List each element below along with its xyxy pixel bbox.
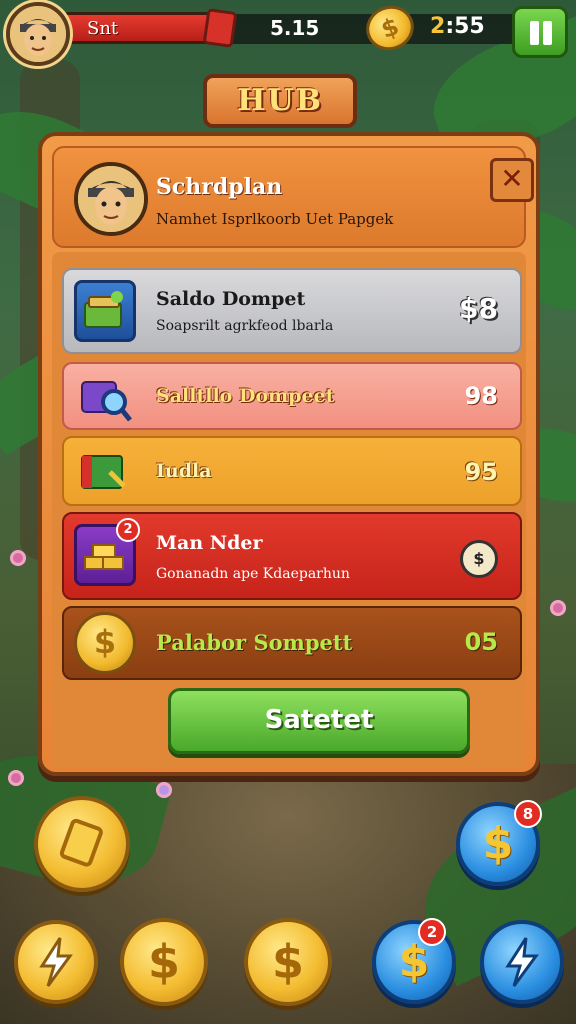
coin-icon	[359, 0, 421, 57]
gold-coin-icon	[74, 612, 136, 674]
lightning-icon	[39, 937, 73, 987]
coin-button-1[interactable]: $	[120, 918, 208, 1006]
row-title: Man Nder	[156, 532, 263, 554]
hub-title: HUB	[203, 74, 357, 128]
health-label: Snt	[87, 18, 119, 39]
gold-bar-icon	[59, 818, 103, 867]
pause-button[interactable]	[512, 6, 568, 58]
list-item-iudla[interactable]: Iudla 95	[62, 436, 522, 506]
notification-badge: 2	[116, 518, 140, 542]
row-subtitle: Soapsrilt agrkfeod lbarla	[156, 318, 334, 334]
green-ledger-icon	[74, 442, 136, 504]
select-button[interactable]: Satetet	[168, 688, 470, 754]
top-bar: Snt 5.15 2:55	[0, 0, 576, 66]
row-subtitle: Gonanadn ape Kdaeparhun	[156, 566, 350, 582]
hunter-face-icon	[10, 6, 66, 62]
row-value: 98	[464, 382, 498, 410]
dollar-icon: $	[147, 935, 180, 989]
row-value: $8	[459, 292, 498, 325]
coin-button-2[interactable]: $	[244, 918, 332, 1006]
list-item-salltllo-dompeet[interactable]: Salltllo Dompeet 98	[62, 362, 522, 430]
close-button[interactable]: ✕	[490, 158, 534, 202]
potion-icon	[202, 8, 238, 48]
profile-name: Schrdplan	[156, 174, 283, 200]
row-title: Saldo Dompet	[156, 288, 306, 310]
wallet-book-icon	[74, 280, 136, 342]
list-item-saldo-dompet[interactable]: Saldo Dompet Soapsrilt agrkfeod lbarla $…	[62, 268, 522, 354]
row-title: Iudla	[156, 460, 212, 482]
hub-panel: Schrdplan Namhet Isprlkoorb Uet Papgek ✕…	[38, 132, 540, 776]
list-item-man-nder[interactable]: 2 Man Nder Gonanadn ape Kdaeparhun $	[62, 512, 522, 600]
lightning-coin-button[interactable]	[14, 920, 98, 1004]
profile-subtitle: Namhet Isprlkoorb Uet Papgek	[156, 210, 394, 228]
timer: 2:55	[430, 14, 485, 39]
notification-badge: 2	[418, 918, 446, 946]
notification-badge: 8	[514, 800, 542, 828]
dollar-coin-icon: $	[460, 540, 498, 578]
profile-avatar	[74, 162, 148, 236]
row-value: 95	[464, 458, 498, 486]
dollar-icon: $	[271, 935, 304, 989]
lightning-icon	[505, 937, 539, 987]
row-title: Salltllo Dompeet	[156, 385, 335, 407]
magnifier-chest-icon	[74, 368, 136, 430]
list-item-palabor-sompett[interactable]: Palabor Sompett 05	[62, 606, 522, 680]
player-avatar[interactable]	[6, 2, 70, 66]
lightning-blue-button[interactable]	[480, 920, 564, 1004]
big-coin-button[interactable]	[34, 796, 130, 892]
row-value: 05	[464, 628, 498, 656]
row-title: Palabor Sompett	[156, 630, 353, 655]
score-value: 5.15	[270, 16, 320, 40]
profile-header: Schrdplan Namhet Isprlkoorb Uet Papgek ✕	[52, 146, 534, 248]
hunter-portrait-icon	[78, 166, 144, 232]
